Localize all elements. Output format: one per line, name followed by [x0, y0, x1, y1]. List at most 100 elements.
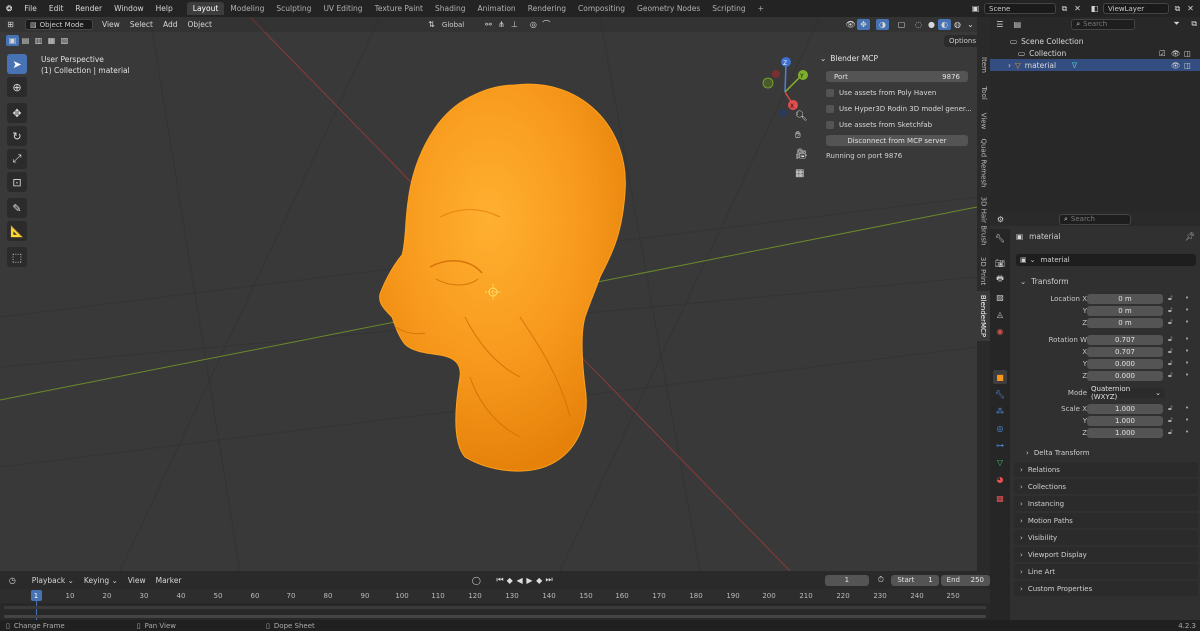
measure-tool-icon[interactable]: 📐	[7, 221, 27, 241]
filter-icon[interactable]: ⏷	[1171, 19, 1183, 30]
poly-haven-checkbox[interactable]: Use assets from Poly Haven	[826, 86, 976, 100]
side-tab-blendermcp[interactable]: BlenderMCP	[977, 291, 990, 341]
section-line-art[interactable]: › Line Art	[1014, 564, 1198, 579]
gizmo-toggle-icon[interactable]: ✥	[857, 19, 870, 30]
keyframe-scale-y-icon[interactable]: •	[1185, 416, 1189, 424]
section-visibility[interactable]: › Visibility	[1014, 530, 1198, 545]
lock-location-z-icon[interactable]: 🔓︎	[1168, 318, 1173, 327]
lock-rotation-y-icon[interactable]: 🔓︎	[1168, 359, 1173, 368]
collection-camera-icon[interactable]: ◫	[1184, 49, 1191, 58]
cursor-tool-icon[interactable]: ⊕	[7, 77, 27, 97]
tab-geometry-nodes[interactable]: Geometry Nodes	[631, 2, 706, 15]
poly-haven-check-box[interactable]	[826, 89, 834, 97]
menu-edit[interactable]: Edit	[43, 4, 70, 13]
physics-properties-icon[interactable]: ◎	[993, 421, 1007, 435]
keyframe-rotation-z-icon[interactable]: •	[1185, 371, 1189, 379]
viewlayer-new-icon[interactable]: ⧉	[1171, 3, 1184, 14]
keyframe-rotation-y-icon[interactable]: •	[1185, 359, 1189, 367]
side-tab-3d-print[interactable]: 3D Print	[977, 251, 990, 291]
snap-icon[interactable]: ⋔	[495, 19, 508, 30]
proportional-edit-icon[interactable]: ◎	[527, 19, 540, 30]
keyframe-scale-x-icon[interactable]: •	[1185, 404, 1189, 412]
mcp-panel-header[interactable]: ⌄ Blender MCP	[820, 52, 976, 64]
move-tool-icon[interactable]: ✥	[7, 103, 27, 123]
rotation-y-field[interactable]: 0.000	[1087, 359, 1163, 369]
section-relations[interactable]: › Relations	[1014, 462, 1198, 477]
collection-eye-icon[interactable]: 👁︎	[1171, 49, 1181, 58]
menu-object[interactable]: Object	[182, 20, 216, 29]
select-tool-icon[interactable]: ➤	[7, 54, 27, 74]
add-workspace-button[interactable]: +	[752, 2, 770, 15]
constraints-properties-icon[interactable]: ⊶	[993, 438, 1007, 452]
scene-new-icon[interactable]: ⧉	[1058, 3, 1071, 14]
keyframe-rotation-w-icon[interactable]: •	[1185, 335, 1189, 343]
menu-add[interactable]: Add	[158, 20, 183, 29]
end-frame-field[interactable]: End 250	[940, 574, 990, 586]
scene-delete-icon[interactable]: ✕	[1071, 3, 1084, 14]
shading-wireframe-icon[interactable]: ◌	[912, 19, 925, 30]
keying-menu[interactable]: Keying ⌄	[79, 576, 123, 585]
keyframe-scale-z-icon[interactable]: •	[1185, 428, 1189, 436]
head-model[interactable]	[379, 83, 626, 472]
section-collections[interactable]: › Collections	[1014, 479, 1198, 494]
port-field[interactable]: Port 9876	[826, 71, 968, 82]
tab-layout[interactable]: Layout	[186, 2, 225, 15]
record-icon[interactable]: ◯	[471, 576, 481, 585]
perspective-toggle-icon[interactable]: ▦	[795, 164, 808, 183]
keyframe-location-z-icon[interactable]: •	[1185, 318, 1189, 326]
scene-properties-icon[interactable]: ◬	[993, 307, 1007, 321]
camera-view-icon[interactable]: 🎥︎	[795, 145, 808, 164]
transform-orientation-selector[interactable]: Global	[438, 19, 482, 30]
viewlayer-delete-icon[interactable]: ✕	[1184, 3, 1197, 14]
object-name-field[interactable]: ▣ ⌄ material	[1016, 254, 1196, 266]
lock-scale-y-icon[interactable]: 🔓︎	[1168, 416, 1173, 425]
rotation-z-field[interactable]: 0.000	[1087, 371, 1163, 381]
timeline-scrollbar[interactable]	[4, 615, 986, 618]
timeline-editor-icon[interactable]: ◷	[6, 575, 19, 586]
marker-menu[interactable]: Marker	[151, 576, 187, 585]
side-tab-view[interactable]: View	[977, 107, 990, 135]
modifier-properties-icon[interactable]: 🔧︎	[993, 387, 1007, 401]
hyper3d-check-box[interactable]	[826, 105, 834, 113]
lock-location-x-icon[interactable]: 🔓︎	[1168, 294, 1173, 303]
menu-help[interactable]: Help	[150, 4, 179, 13]
lock-rotation-w-icon[interactable]: 🔓︎	[1168, 335, 1173, 344]
blender-logo-icon[interactable]: ❂	[0, 4, 18, 13]
sketchfab-checkbox[interactable]: Use assets from Sketchfab	[826, 118, 976, 132]
section-instancing[interactable]: › Instancing	[1014, 496, 1198, 511]
properties-search-input[interactable]: ⌕ Search	[1059, 213, 1131, 225]
mode-selector[interactable]: ▧ Object Mode	[25, 19, 93, 30]
transform-tool-icon[interactable]: ⊡	[7, 172, 27, 192]
outliner-collection[interactable]: ▭ Collection ☑ 👁︎ ◫	[990, 47, 1200, 59]
scale-tool-icon[interactable]: ⤢	[7, 149, 27, 169]
next-keyframe-icon[interactable]: ◆	[534, 576, 544, 585]
data-properties-icon[interactable]: ▽	[993, 455, 1007, 469]
zoom-icon[interactable]: 🔍︎	[795, 107, 808, 126]
timeline-view-menu[interactable]: View	[123, 576, 151, 585]
tab-uv-editing[interactable]: UV Editing	[317, 2, 368, 15]
start-frame-field[interactable]: Start 1	[891, 574, 939, 586]
keyframe-rotation-x-icon[interactable]: •	[1185, 347, 1189, 355]
side-tab-quad-remesh[interactable]: Quad Remesh	[977, 135, 990, 191]
scale-x-field[interactable]: 1.000	[1087, 404, 1163, 414]
pivot-icon[interactable]: ⚯	[482, 19, 495, 30]
texture-properties-icon[interactable]: ▩	[993, 491, 1007, 505]
select-extend-icon[interactable]: ▤	[19, 35, 32, 46]
location-y-field[interactable]: 0 m	[1087, 306, 1163, 316]
rotate-tool-icon[interactable]: ↻	[7, 126, 27, 146]
tab-compositing[interactable]: Compositing	[572, 2, 631, 15]
scale-y-field[interactable]: 1.000	[1087, 416, 1163, 426]
section-motion-paths[interactable]: › Motion Paths	[1014, 513, 1198, 528]
tab-rendering[interactable]: Rendering	[522, 2, 572, 15]
delta-transform-header[interactable]: › Delta Transform	[1026, 447, 1090, 459]
play-icon[interactable]: ▶	[524, 576, 534, 585]
xray-icon[interactable]: ▢	[895, 19, 908, 30]
location-x-field[interactable]: 0 m	[1087, 294, 1163, 304]
lock-rotation-z-icon[interactable]: 🔓︎	[1168, 371, 1173, 380]
preview-range-icon[interactable]: ⏱	[875, 575, 888, 586]
play-reverse-icon[interactable]: ◀	[515, 576, 525, 585]
playback-menu[interactable]: Playback ⌄	[27, 576, 79, 585]
rotation-w-field[interactable]: 0.707	[1087, 335, 1163, 345]
lock-scale-z-icon[interactable]: 🔓︎	[1168, 428, 1173, 437]
menu-render[interactable]: Render	[69, 4, 108, 13]
